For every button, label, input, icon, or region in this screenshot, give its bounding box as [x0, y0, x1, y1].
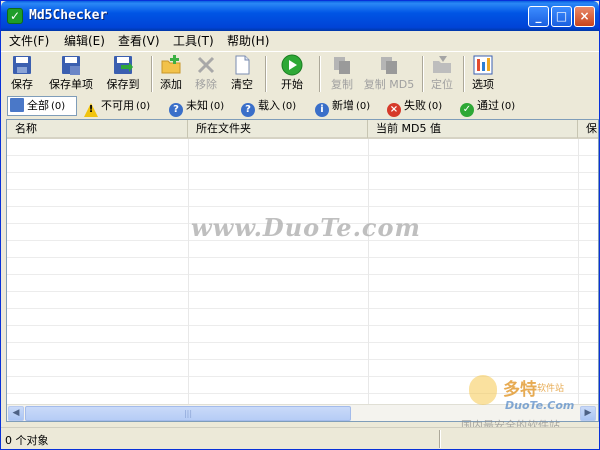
remove-x-icon: [197, 56, 215, 74]
tab-unknown[interactable]: ? 未知 (0): [167, 96, 233, 117]
pass-icon: ✓: [460, 103, 474, 117]
mascot-icon: [469, 375, 497, 405]
maximize-button[interactable]: □: [551, 6, 572, 27]
grid-line: [368, 139, 369, 404]
minimize-button[interactable]: _: [528, 6, 549, 27]
column-md5[interactable]: 当前 MD5 值: [368, 120, 578, 138]
options-button[interactable]: 选项: [468, 54, 498, 94]
tab-all[interactable]: 全部 (0): [7, 96, 77, 116]
toolbar: 保存 保存单项 保存到 添加 移除 清空 开始 复制 复制 MD5 定位 选项: [1, 51, 599, 95]
column-name[interactable]: 名称: [7, 120, 188, 138]
filter-tabs: 全部 (0) ! 不可用 (0) ? 未知 (0) ? 载入 (0) i 新增 (0) × 失败 (0…: [1, 95, 599, 117]
tab-passed[interactable]: ✓ 通过 (0): [458, 96, 524, 117]
status-bar: 0 个对象: [1, 427, 599, 449]
copy-md5-icon: [381, 57, 397, 74]
remove-button[interactable]: 移除: [191, 54, 221, 94]
tab-failed[interactable]: × 失败 (0): [385, 96, 451, 117]
start-button[interactable]: 开始: [276, 54, 308, 94]
toolbar-separator: [319, 56, 321, 92]
floppy-disk-item-icon: [62, 56, 80, 75]
menu-edit[interactable]: 编辑(E): [64, 33, 105, 49]
locate-button[interactable]: 定位: [427, 54, 457, 94]
copy-icon: [334, 57, 350, 74]
tab-new[interactable]: i 新增 (0): [313, 96, 379, 117]
toolbar-separator: [422, 56, 424, 92]
tab-unavailable[interactable]: ! 不可用 (0): [82, 96, 162, 117]
close-button[interactable]: ×: [574, 6, 595, 27]
app-window: ✓ Md5Checker _ □ × 文件(F) 编辑(E) 查看(V) 工具(…: [0, 0, 600, 450]
floppy-disk-icon: [13, 56, 31, 74]
grid-line: [578, 139, 579, 404]
status-text: 0 个对象: [5, 434, 49, 447]
toolbar-separator: [463, 56, 465, 92]
menu-bar: 文件(F) 编辑(E) 查看(V) 工具(T) 帮助(H): [1, 31, 599, 51]
copy-md5-button[interactable]: 复制 MD5: [363, 54, 415, 94]
list-icon: [10, 98, 24, 112]
blank-page-icon: [235, 55, 250, 75]
watermark-text: www.DuoTe.com: [191, 213, 421, 242]
scroll-left-arrow-icon[interactable]: ◀: [8, 406, 24, 421]
column-saved[interactable]: 保: [578, 120, 598, 138]
floppy-disk-arrow-icon: [114, 56, 133, 74]
toolbar-separator: [265, 56, 267, 92]
clear-button[interactable]: 清空: [227, 54, 257, 94]
fail-icon: ×: [387, 103, 401, 117]
save-to-button[interactable]: 保存到: [103, 54, 143, 94]
copy-button[interactable]: 复制: [327, 54, 357, 94]
app-check-icon: ✓: [7, 8, 23, 24]
column-folder[interactable]: 所在文件夹: [188, 120, 368, 138]
question-icon: ?: [169, 103, 183, 117]
status-separator: [439, 430, 441, 448]
save-button[interactable]: 保存: [7, 54, 37, 94]
title-bar[interactable]: ✓ Md5Checker _ □ ×: [1, 1, 599, 31]
window-title: Md5Checker: [29, 8, 108, 23]
list-header: 名称 所在文件夹 当前 MD5 值 保: [7, 120, 598, 139]
list-rows[interactable]: [7, 139, 598, 404]
options-sliders-icon: [473, 55, 493, 75]
menu-view[interactable]: 查看(V): [118, 33, 160, 49]
menu-file[interactable]: 文件(F): [9, 33, 49, 49]
grid-line: [188, 139, 189, 404]
toolbar-separator: [151, 56, 153, 92]
info-icon: i: [315, 103, 329, 117]
play-icon: [281, 54, 303, 76]
save-item-button[interactable]: 保存单项: [45, 54, 97, 94]
locate-folder-icon: [433, 56, 451, 73]
scroll-thumb[interactable]: |||: [25, 406, 351, 421]
add-button[interactable]: 添加: [156, 54, 186, 94]
menu-tools[interactable]: 工具(T): [173, 33, 214, 49]
warning-icon: !: [84, 103, 98, 117]
tab-loaded[interactable]: ? 载入 (0): [239, 96, 305, 117]
load-icon: ?: [241, 103, 255, 117]
folder-add-icon: [161, 55, 181, 74]
menu-help[interactable]: 帮助(H): [227, 33, 269, 49]
